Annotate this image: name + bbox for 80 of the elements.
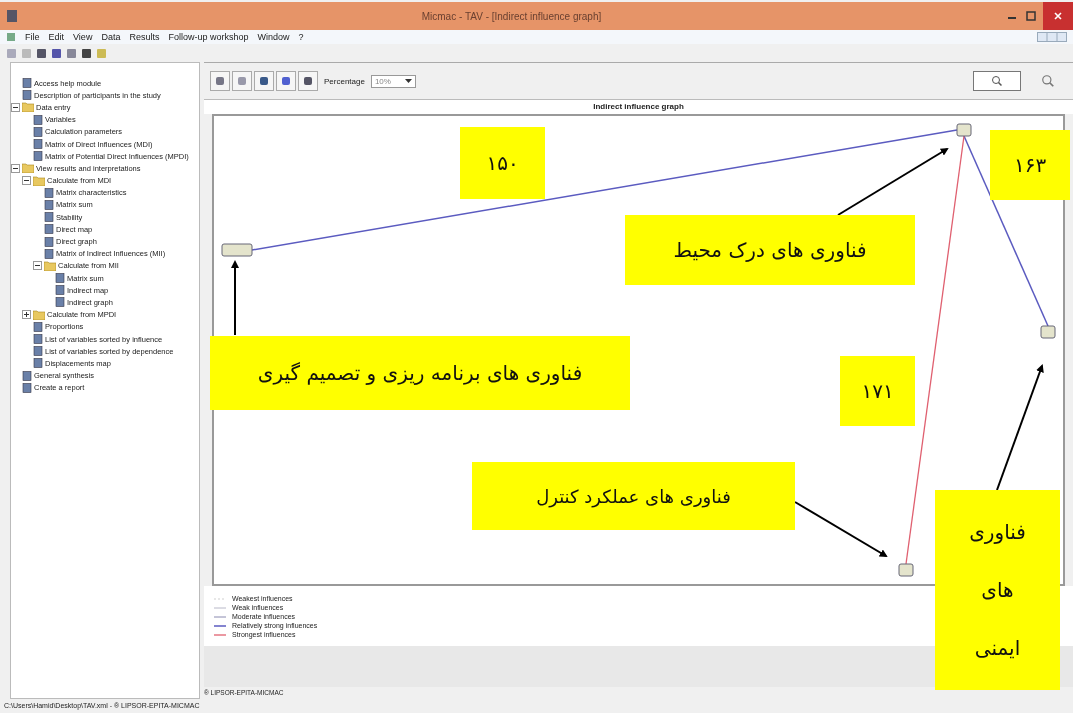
folder-icon <box>22 102 34 113</box>
document-icon <box>33 358 43 369</box>
close-icon <box>1053 11 1063 21</box>
toolbar-icon <box>302 75 314 87</box>
menu-item[interactable]: Results <box>129 32 160 42</box>
document-icon <box>33 114 43 125</box>
menu-item[interactable]: Follow-up workshop <box>168 32 249 42</box>
toolbar-button[interactable] <box>254 71 274 91</box>
app-icon <box>6 32 16 42</box>
document-icon <box>44 187 54 198</box>
collapse-icon[interactable] <box>33 261 42 271</box>
toolbar-icon <box>236 75 248 87</box>
document-icon <box>33 126 43 137</box>
legend-line-icon <box>214 623 226 628</box>
document-icon <box>44 248 54 259</box>
annotation-label: فناوری های ایمنی <box>935 490 1060 690</box>
document-icon <box>22 370 32 381</box>
menu-item[interactable]: File <box>25 32 40 42</box>
legend-line-icon <box>214 596 226 601</box>
expand-icon[interactable] <box>22 310 31 320</box>
legend-line-icon <box>214 605 226 610</box>
document-icon <box>44 212 54 223</box>
menu-item[interactable]: Edit <box>48 32 65 42</box>
annotation-label: فناوری های درک محیط <box>625 215 915 285</box>
graph-title: Indirect influence graph <box>204 100 1073 114</box>
toolbar-icon <box>214 75 226 87</box>
graph-node <box>1040 325 1056 339</box>
document-icon <box>33 321 43 332</box>
app-icon <box>6 9 18 23</box>
graph-node <box>898 563 914 577</box>
document-icon <box>55 273 65 284</box>
caret-icon <box>404 78 412 84</box>
zoom-button[interactable] <box>973 71 1021 91</box>
folder-icon <box>33 309 45 320</box>
annotation-label: فناوری های عملکرد کنترل <box>472 462 795 530</box>
folder-icon <box>33 175 45 186</box>
percentage-label: Percentage <box>324 76 365 86</box>
collapse-icon[interactable] <box>11 163 20 173</box>
toolbar-icon <box>280 75 292 87</box>
toolbar-icon[interactable] <box>36 47 47 59</box>
toolbar-button[interactable] <box>276 71 296 91</box>
legend-line-icon <box>214 632 226 637</box>
collapse-icon[interactable] <box>22 176 31 186</box>
graph-node <box>956 123 972 137</box>
menu-item[interactable]: Window <box>257 32 290 42</box>
folder-icon <box>22 163 34 174</box>
document-icon <box>55 285 65 296</box>
window-title: Micmac - TAV - [Indirect influence graph] <box>420 10 603 22</box>
annotation-label: ۱۶۳ <box>990 130 1070 200</box>
maximize-icon[interactable] <box>1025 10 1037 22</box>
annotation-label: ۱۵۰ <box>460 127 545 199</box>
document-icon <box>33 346 43 357</box>
document-icon <box>55 297 65 308</box>
close-button[interactable] <box>1043 2 1073 30</box>
percentage-dropdown[interactable]: 10% <box>370 74 416 88</box>
document-icon <box>22 78 32 89</box>
document-icon <box>33 151 43 162</box>
annotation-label: ۱۷۱ <box>840 356 915 426</box>
folder-icon <box>44 260 56 271</box>
menu-item[interactable]: ? <box>298 32 304 42</box>
menu-item[interactable]: Data <box>101 32 121 42</box>
search-icon <box>991 75 1003 87</box>
search-icon[interactable] <box>1041 74 1055 88</box>
legend-line-icon <box>214 614 226 619</box>
document-icon <box>33 139 43 150</box>
toolbar-button[interactable] <box>210 71 230 91</box>
collapse-icon[interactable] <box>11 102 20 112</box>
document-icon <box>44 199 54 210</box>
toolbar-icon <box>258 75 270 87</box>
menu-item[interactable]: View <box>73 32 93 42</box>
toolbar-icon[interactable] <box>81 47 92 59</box>
annotation-label: فناوری های برنامه ریزی و تصمیم گیری <box>210 336 630 410</box>
document-icon <box>33 334 43 345</box>
document-icon <box>22 382 32 393</box>
document-icon <box>44 224 54 235</box>
document-icon <box>22 90 32 101</box>
toolbar-button[interactable] <box>298 71 318 91</box>
document-icon <box>44 236 54 247</box>
graph-node <box>221 243 253 257</box>
toolbar-icon[interactable] <box>51 47 62 59</box>
